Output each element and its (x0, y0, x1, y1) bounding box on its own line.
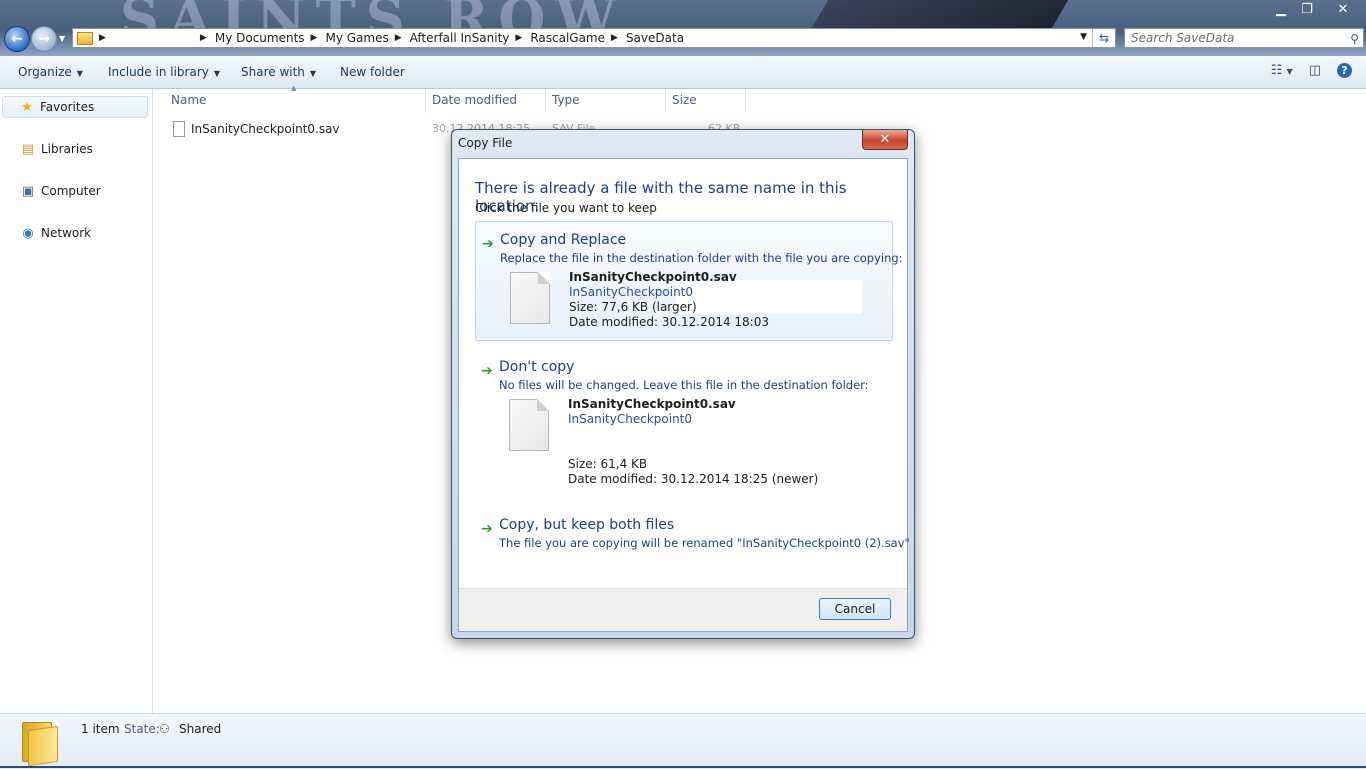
nav-libraries[interactable]: ▤ Libraries (20, 141, 93, 157)
view-controls: ☷ ▼ ◫ ? (1271, 63, 1352, 78)
sort-ascending-icon: ▲ (291, 84, 297, 92)
dialog-body: There is already a file with the same na… (458, 158, 910, 632)
file-name: InSanityCheckpoint0.sav (569, 270, 737, 284)
column-divider[interactable] (665, 89, 666, 113)
breadcrumb-chevron-icon[interactable]: ▶ (99, 33, 106, 43)
breadcrumb-item[interactable]: Afterfall InSanity (410, 31, 510, 45)
option-copy-and-replace[interactable]: ➔ Copy and Replace Replace the file in t… (475, 221, 903, 341)
change-view-icon[interactable]: ☷ ▼ (1271, 63, 1293, 78)
option-description: Replace the file in the destination fold… (500, 251, 903, 265)
file-date: Date modified: 30.12.2014 18:03 (569, 315, 769, 329)
state-value: Shared (179, 722, 222, 736)
folder-icon (22, 722, 58, 767)
minimize-button[interactable]: ▁ (1268, 0, 1294, 18)
file-name: InSanityCheckpoint0.sav (568, 397, 736, 411)
search-placeholder: Search SaveData (1131, 31, 1235, 45)
column-header-size[interactable]: Size (672, 93, 697, 107)
option-title: Don't copy (499, 359, 575, 375)
breadcrumb-item[interactable]: My Games (325, 31, 388, 45)
column-header-name[interactable]: Name (171, 93, 206, 107)
file-icon (509, 399, 549, 451)
dialog-close-button[interactable]: ✕ (862, 130, 908, 150)
breadcrumb-chevron-icon[interactable]: ▶ (311, 33, 318, 43)
file-subtitle: InSanityCheckpoint0 (568, 412, 693, 426)
chevron-down-icon: ▼ (309, 69, 317, 78)
dialog-footer: Cancel (459, 588, 907, 631)
file-date: Date modified: 30.12.2014 18:25 (newer) (568, 472, 819, 486)
cancel-button[interactable]: Cancel (819, 598, 891, 620)
chevron-down-icon: ▼ (213, 69, 221, 78)
network-icon: ◉ (22, 225, 34, 241)
preview-pane-icon[interactable]: ◫ (1309, 63, 1321, 78)
command-bar: Organize ▼ Include in library ▼ Share with… (0, 56, 1366, 89)
column-divider[interactable] (425, 89, 426, 113)
source-file-info: InSanityCheckpoint0.sav InSanityCheckpoi… (569, 270, 769, 330)
organize-button[interactable]: Organize ▼ (18, 65, 83, 79)
nav-favorites[interactable]: ★ Favorites (2, 96, 148, 118)
window-controls: ▁ ❐ ✕ (1268, 0, 1366, 18)
file-name: InSanityCheckpoint0.sav (191, 122, 340, 136)
close-window-button[interactable]: ✕ (1320, 0, 1366, 18)
option-description: No files will be changed. Leave this fil… (499, 378, 869, 392)
chevron-down-icon: ▼ (76, 69, 83, 78)
item-count: 1 item (81, 722, 120, 736)
address-dropdown-icon[interactable]: ▼ (1080, 32, 1087, 42)
back-button[interactable]: ← (4, 26, 30, 52)
search-icon[interactable]: ⚲ (1350, 30, 1359, 48)
breadcrumb-chevron-icon[interactable]: ▶ (395, 33, 402, 43)
details-pane: 1 item State: ⚇ Shared (0, 713, 1366, 769)
option-title: Copy and Replace (500, 232, 627, 248)
file-row[interactable]: InSanityCheckpoint0.sav (173, 121, 340, 137)
computer-icon: ▣ (21, 183, 35, 199)
file-subtitle: InSanityCheckpoint0 (569, 285, 694, 299)
column-header-date-modified[interactable]: Date modified (432, 93, 517, 107)
green-arrow-icon: ➔ (481, 363, 493, 379)
title-bar: SAINTS ROW ▁ ❐ ✕ ← → ▼ ▶ ▶ My Documents ▶… (0, 0, 1366, 56)
breadcrumb-item[interactable]: My Documents (215, 31, 305, 45)
navigation-pane: ★ Favorites ▤ Libraries ▣ Computer ◉ Net… (0, 89, 153, 713)
address-bar[interactable]: ▶ ▶ My Documents ▶ My Games ▶ Afterfall InS… (72, 28, 1116, 48)
option-keep-both[interactable]: ➔ Copy, but keep both files The file you… (475, 507, 910, 553)
option-title: Copy, but keep both files (499, 517, 675, 533)
refresh-icon[interactable]: ⇆ (1092, 29, 1115, 47)
folder-icon (77, 31, 93, 45)
breadcrumb-chevron-icon[interactable]: ▶ (611, 33, 618, 43)
destination-file-info: InSanityCheckpoint0.sav InSanityCheckpoi… (568, 397, 818, 487)
copy-file-dialog: Copy File ✕ There is already a file with… (451, 129, 915, 639)
breadcrumb-chevron-icon[interactable]: ▶ (515, 33, 522, 43)
dialog-title: Copy File (458, 136, 513, 150)
forward-button[interactable]: → (31, 26, 57, 52)
dialog-subheading: Click the file you want to keep (475, 201, 657, 215)
file-icon (510, 272, 550, 324)
option-description: The file you are copying will be renamed… (499, 536, 910, 550)
help-icon[interactable]: ? (1337, 63, 1352, 78)
nav-network[interactable]: ◉ Network (20, 225, 91, 241)
file-size: Size: 61,4 KB (568, 457, 648, 471)
green-arrow-icon: ➔ (482, 236, 494, 252)
star-icon: ★ (21, 99, 33, 115)
file-size: Size: 77,6 KB (larger) (569, 300, 697, 314)
breadcrumb-item[interactable]: RascalGame (530, 31, 605, 45)
nav-computer[interactable]: ▣ Computer (20, 183, 101, 199)
search-input[interactable]: Search SaveData ⚲ (1124, 28, 1364, 48)
share-with-button[interactable]: Share with ▼ (241, 65, 316, 79)
maximize-button[interactable]: ❐ (1294, 0, 1320, 18)
column-divider[interactable] (545, 89, 546, 113)
file-icon (173, 121, 185, 137)
green-arrow-icon: ➔ (481, 521, 493, 537)
column-divider[interactable] (745, 89, 746, 113)
libraries-icon: ▤ (21, 141, 35, 157)
new-folder-button[interactable]: New folder (340, 65, 405, 79)
include-in-library-button[interactable]: Include in library ▼ (108, 65, 220, 79)
state-label: State: (124, 722, 160, 736)
shared-icon: ⚇ (159, 722, 170, 736)
breadcrumb-chevron-icon[interactable]: ▶ (200, 33, 207, 43)
option-dont-copy[interactable]: ➔ Don't copy No files will be changed. L… (475, 349, 893, 499)
breadcrumb-item[interactable]: SaveData (626, 31, 684, 45)
recent-pages-dropdown-icon[interactable]: ▼ (59, 34, 65, 43)
column-header-type[interactable]: Type (552, 93, 580, 107)
